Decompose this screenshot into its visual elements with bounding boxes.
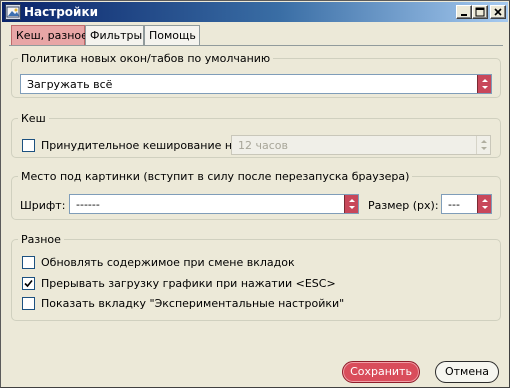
dropdown-arrow-icon[interactable] <box>477 195 491 213</box>
refresh-on-tab-switch-checkbox[interactable] <box>22 256 35 269</box>
cache-group-legend: Кеш <box>21 112 46 125</box>
dropdown-arrow-icon[interactable] <box>477 75 491 93</box>
minimize-button[interactable] <box>456 5 472 19</box>
cache-duration-select[interactable]: 12 часов <box>231 135 491 155</box>
select-value: 12 часов <box>238 139 288 152</box>
tab-cache-misc[interactable]: Кеш, разное <box>11 25 88 45</box>
tab-panel: Политика новых окон/табов по умолчанию З… <box>9 45 503 353</box>
policy-group-legend: Политика новых окон/табов по умолчанию <box>21 52 271 65</box>
tab-label: Кеш, разное <box>16 29 88 42</box>
tab-label: Помощь <box>149 29 196 42</box>
save-button[interactable]: Сохранить <box>342 361 420 383</box>
close-button[interactable] <box>490 5 506 19</box>
refresh-on-tab-switch-label: Обновлять содержимое при смене вкладок <box>41 256 295 269</box>
dropdown-arrow-icon[interactable] <box>344 195 358 213</box>
select-value: Загружать всё <box>27 78 113 91</box>
show-experimental-tab-label: Показать вкладку "Экспериментальные наст… <box>41 297 345 310</box>
force-cache-label: Принудительное кеширование на: <box>41 139 243 152</box>
select-value: ------ <box>76 198 100 211</box>
tab-help[interactable]: Помощь <box>144 25 200 45</box>
settings-window: Настройки Кеш, разное Фильтры Помощь Пол… <box>0 0 510 388</box>
font-label: Шрифт: <box>20 199 66 212</box>
size-label: Размер (px): <box>368 199 439 212</box>
tab-filters[interactable]: Фильтры <box>85 25 144 45</box>
misc-group-legend: Разное <box>21 233 61 246</box>
window-title: Настройки <box>24 5 99 19</box>
cancel-button[interactable]: Отмена <box>435 361 499 383</box>
size-select[interactable]: --- <box>441 194 492 214</box>
select-value: --- <box>448 198 460 211</box>
force-cache-checkbox[interactable] <box>22 139 35 152</box>
font-select[interactable]: ------ <box>69 194 359 214</box>
stop-images-on-esc-label: Прерывать загрузку графики при нажатии <… <box>41 277 336 290</box>
checkmark-icon <box>24 279 33 288</box>
stop-images-on-esc-checkbox[interactable] <box>22 277 35 290</box>
maximize-button[interactable] <box>472 5 488 19</box>
dropdown-arrow-icon[interactable] <box>476 136 490 154</box>
app-icon <box>5 4 21 20</box>
title-bar[interactable]: Настройки <box>2 2 508 22</box>
new-window-policy-select[interactable]: Загружать всё <box>20 74 492 94</box>
tab-label: Фильтры <box>90 29 143 42</box>
images-group-legend: Место под картинки (вступит в силу после… <box>21 170 410 183</box>
show-experimental-tab-checkbox[interactable] <box>22 297 35 310</box>
